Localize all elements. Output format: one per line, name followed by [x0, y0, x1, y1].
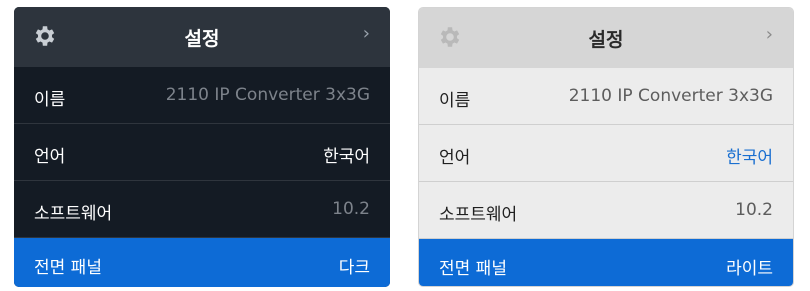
setting-label: 언어 — [439, 148, 471, 168]
settings-header: 설정 › — [14, 7, 390, 67]
setting-label: 이름 — [439, 91, 471, 111]
setting-row-front-panel[interactable]: 전면 패널 라이트 — [419, 239, 793, 286]
page-title: 설정 — [588, 29, 624, 51]
settings-panel-dark: 설정 › 이름 2110 IP Converter 3x3G 언어 한국어 소프… — [14, 7, 390, 287]
setting-value: 다크 — [338, 258, 370, 278]
setting-row-language[interactable]: 언어 한국어 — [419, 125, 793, 182]
setting-value: 한국어 — [726, 148, 773, 168]
setting-value: 한국어 — [323, 147, 370, 167]
chevron-right-icon[interactable]: › — [363, 23, 370, 44]
setting-row-software: 소프트웨어 10.2 — [14, 181, 390, 238]
page-title: 설정 — [184, 28, 220, 50]
setting-value: 10.2 — [332, 199, 370, 219]
setting-label: 소프트웨어 — [439, 205, 518, 225]
setting-row-name[interactable]: 이름 2110 IP Converter 3x3G — [14, 67, 390, 124]
setting-label: 이름 — [34, 90, 66, 110]
setting-value: 2110 IP Converter 3x3G — [165, 85, 370, 105]
setting-label: 언어 — [34, 147, 66, 167]
setting-value: 2110 IP Converter 3x3G — [568, 86, 773, 106]
setting-value: 라이트 — [726, 259, 773, 279]
setting-label: 전면 패널 — [34, 258, 102, 278]
setting-label: 소프트웨어 — [34, 204, 113, 224]
setting-row-software: 소프트웨어 10.2 — [419, 182, 793, 239]
setting-value: 10.2 — [735, 200, 773, 220]
setting-label: 전면 패널 — [439, 259, 507, 279]
setting-row-name[interactable]: 이름 2110 IP Converter 3x3G — [419, 68, 793, 125]
settings-panel-light: 설정 › 이름 2110 IP Converter 3x3G 언어 한국어 소프… — [418, 7, 794, 287]
chevron-right-icon[interactable]: › — [766, 24, 773, 45]
setting-row-front-panel[interactable]: 전면 패널 다크 — [14, 238, 390, 287]
setting-row-language[interactable]: 언어 한국어 — [14, 124, 390, 181]
settings-header: 설정 › — [419, 8, 793, 68]
